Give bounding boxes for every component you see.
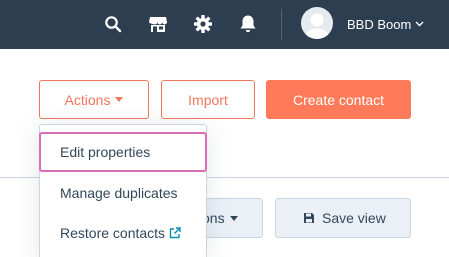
import-button[interactable]: Import [161, 80, 255, 119]
actions-dropdown-menu: Edit properties Manage duplicates Restor… [39, 124, 207, 257]
menu-item-label: Restore contacts [60, 225, 166, 241]
save-view-label: Save view [322, 210, 386, 226]
top-navigation-bar: BBD Boom [0, 0, 449, 49]
external-link-icon [169, 227, 181, 239]
nav-divider [281, 9, 282, 40]
menu-item-label: Edit properties [60, 144, 151, 160]
marketplace-icon[interactable] [147, 13, 169, 35]
create-contact-button[interactable]: Create contact [266, 80, 411, 119]
import-button-label: Import [188, 91, 228, 108]
save-view-button[interactable]: Save view [275, 198, 411, 238]
account-name: BBD Boom [347, 16, 412, 32]
menu-item-label: Manage duplicates [60, 185, 178, 201]
save-icon [303, 212, 315, 224]
actions-button[interactable]: Actions [39, 80, 149, 119]
avatar[interactable] [301, 7, 333, 39]
caret-down-icon [115, 97, 124, 102]
gear-icon[interactable] [192, 13, 214, 35]
chevron-down-icon [415, 21, 424, 27]
account-menu[interactable]: BBD Boom [347, 15, 424, 33]
caret-down-icon [229, 215, 238, 221]
contacts-page: BBD Boom Actions Import Create contact o… [0, 0, 449, 257]
menu-item-restore-contacts[interactable]: Restore contacts [40, 213, 206, 253]
create-contact-button-label: Create contact [292, 91, 385, 108]
menu-item-edit-properties[interactable]: Edit properties [39, 132, 207, 172]
menu-item-manage-duplicates[interactable]: Manage duplicates [40, 173, 206, 213]
bell-icon[interactable] [237, 13, 259, 35]
actions-button-label: Actions [64, 91, 111, 108]
search-icon[interactable] [102, 13, 124, 35]
user-icon [304, 13, 330, 39]
